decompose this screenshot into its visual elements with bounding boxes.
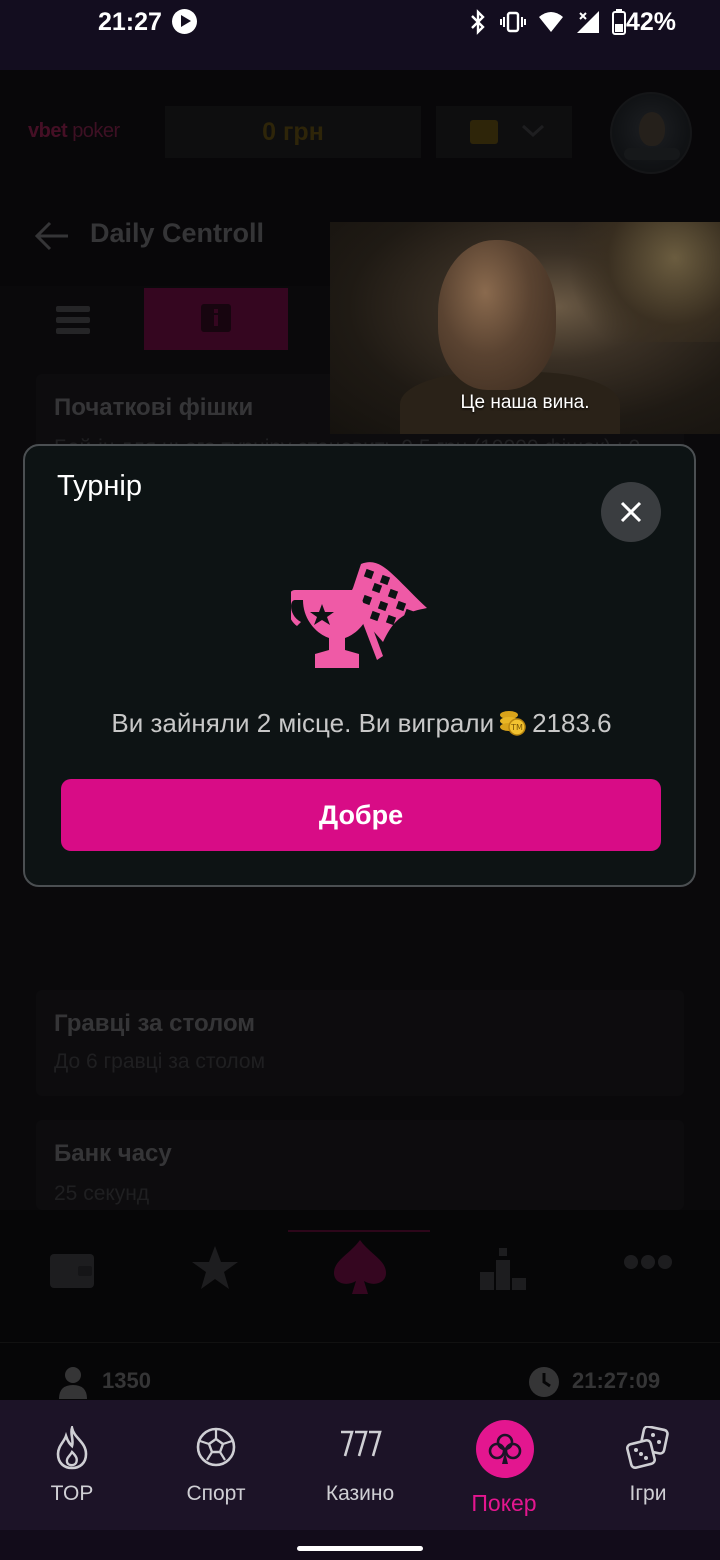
vibrate-icon: [500, 11, 526, 33]
tournament-result-dialog: Турнір Ви зайняли 2 місце. Ви виграли TM 2…: [23, 444, 696, 887]
soccer-ball-icon: [196, 1427, 236, 1467]
svg-text:TM: TM: [510, 723, 523, 732]
gesture-navigation-bar: [0, 1530, 720, 1560]
nav-label: Спорт: [186, 1482, 246, 1505]
close-icon: [620, 501, 642, 523]
video-background-light: [570, 222, 720, 342]
battery-icon: [612, 9, 626, 35]
nav-item-sport[interactable]: Спорт: [144, 1400, 288, 1530]
slot-777-icon: [341, 1430, 382, 1457]
result-text: Ви зайняли 2 місце. Ви виграли: [111, 708, 495, 738]
ok-button[interactable]: Добре: [61, 779, 661, 851]
poker-active-badge: [476, 1420, 534, 1478]
nav-label: Покер: [471, 1490, 537, 1516]
bluetooth-icon: [471, 9, 485, 35]
nav-item-casino[interactable]: Казино: [288, 1400, 432, 1530]
signal-icon: [577, 11, 599, 33]
coins-icon: TM: [500, 711, 526, 736]
status-time: 21:27: [98, 8, 162, 36]
nav-item-poker[interactable]: Покер: [432, 1400, 576, 1530]
gesture-handle[interactable]: [297, 1546, 423, 1551]
picture-in-picture-video[interactable]: Це наша вина.: [330, 222, 720, 434]
close-button[interactable]: [601, 482, 661, 542]
win-amount: 2183.6: [532, 708, 612, 738]
nav-label: Ігри: [629, 1482, 667, 1505]
battery-percentage: 42%: [626, 8, 677, 36]
nav-item-games[interactable]: Ігри: [576, 1400, 720, 1530]
poker-club-icon: [488, 1433, 522, 1464]
flame-icon: [56, 1426, 88, 1470]
video-figure-head: [438, 240, 556, 390]
wifi-icon: [539, 12, 563, 32]
dice-icon: [626, 1426, 669, 1469]
nav-label: Казино: [325, 1482, 395, 1505]
video-subtitle: Це наша вина.: [460, 392, 590, 413]
dialog-title: Турнір: [57, 470, 142, 502]
bottom-navigation: TOP Спорт Казино Покер Ігри: [0, 1400, 720, 1530]
status-icons: [468, 8, 626, 36]
play-store-notification-icon: [172, 9, 197, 34]
nav-label: TOP: [50, 1482, 94, 1505]
nav-item-top[interactable]: TOP: [0, 1400, 144, 1530]
result-message: Ви зайняли 2 місце. Ви виграли TM 2183.6: [25, 708, 698, 739]
trophy-checkered-flag-icon: [291, 562, 427, 668]
status-bar: 21:27 42%: [0, 0, 720, 70]
